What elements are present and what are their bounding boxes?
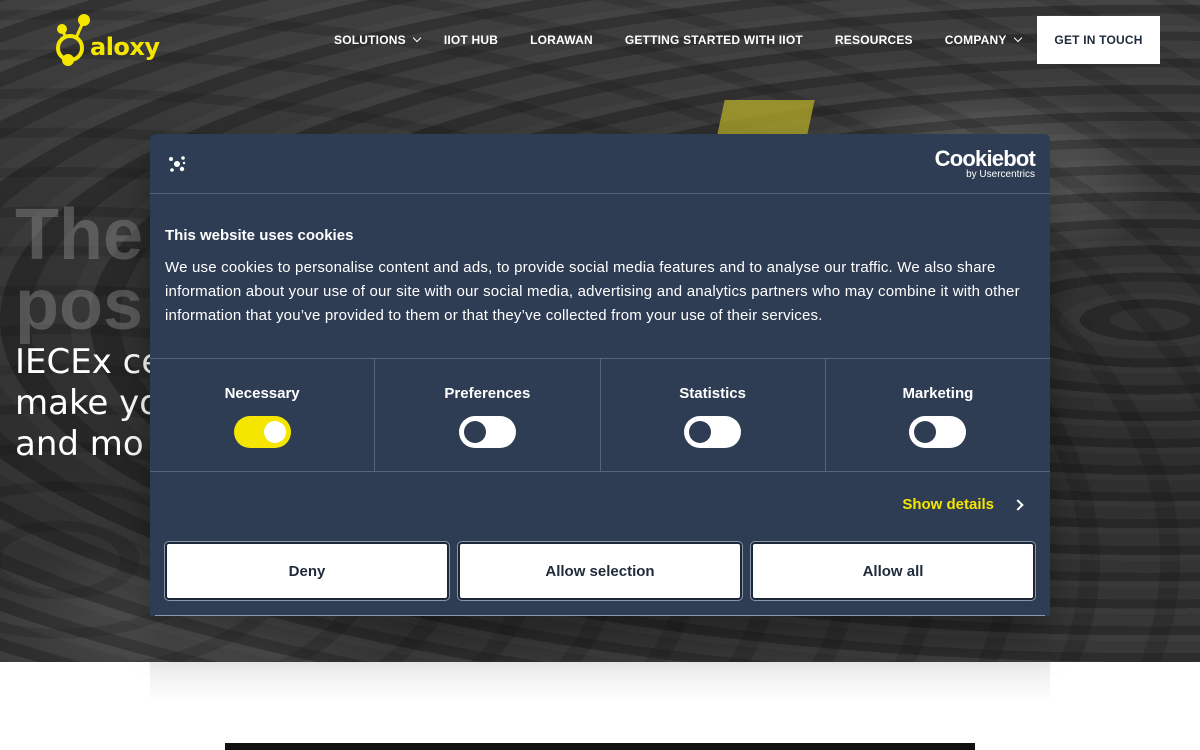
category-necessary: Necessary — [150, 359, 376, 471]
chevron-right-icon — [1012, 498, 1024, 511]
cookie-dialog-header: Cookiebot by Usercentrics — [150, 134, 1050, 194]
chevron-down-icon — [1013, 33, 1022, 43]
cookie-dialog-text: We use cookies to personalise content an… — [165, 259, 1020, 324]
details-row: Show details — [150, 472, 1050, 540]
video-embed-top — [225, 743, 975, 750]
allow-selection-button[interactable]: Allow selection — [458, 542, 742, 600]
nav-item-label: IIOT HUB — [443, 33, 499, 47]
cookie-buttons: Deny Allow selection Allow all — [165, 542, 1035, 600]
toggle-knob — [914, 421, 937, 443]
cookie-categories: Necessary Preferences Statistics Marketi… — [150, 359, 1050, 472]
nav-item-company[interactable]: COMPANY — [944, 33, 1022, 47]
logo-text: aloxy — [90, 33, 160, 61]
cookie-consent-dialog: Cookiebot by Usercentrics This website u… — [150, 134, 1050, 616]
category-marketing: Marketing — [826, 359, 1050, 471]
nav-item-iiot-hub[interactable]: IIOT HUB — [444, 33, 498, 47]
nav-item-label: RESOURCES — [834, 33, 913, 47]
necessary-toggle[interactable] — [233, 416, 291, 448]
marketing-toggle[interactable] — [909, 416, 967, 448]
aloxy-logo-icon — [56, 14, 90, 66]
preferences-toggle[interactable] — [458, 416, 516, 448]
category-statistics: Statistics — [601, 359, 826, 471]
show-details-label: Show details — [902, 496, 994, 513]
nav-item-lorawan[interactable]: LORAWAN — [530, 33, 593, 47]
show-details-link[interactable]: Show details — [902, 496, 1024, 513]
toggle-knob — [263, 421, 286, 443]
chevron-down-icon — [412, 33, 422, 43]
section-shadow — [150, 662, 1050, 702]
category-label: Preferences — [444, 385, 531, 402]
nav-item-resources[interactable]: RESOURCES — [835, 33, 913, 47]
category-preferences: Preferences — [375, 359, 601, 471]
statistics-toggle[interactable] — [684, 416, 742, 448]
nav-item-solutions[interactable]: SOLUTIONS — [334, 33, 422, 47]
top-navigation: aloxy SOLUTIONS IIOT HUB LORAWAN GETTING… — [0, 0, 1200, 80]
logo-link[interactable]: aloxy — [54, 12, 164, 68]
nav-item-getting-started[interactable]: GETTING STARTED WITH IIOT — [625, 33, 803, 47]
category-label: Marketing — [902, 385, 974, 402]
allow-all-button[interactable]: Allow all — [751, 542, 1035, 600]
nav-item-label: LORAWAN — [530, 33, 593, 47]
nav-item-label: COMPANY — [944, 33, 1007, 47]
toggle-knob — [689, 421, 712, 443]
nav-item-label: SOLUTIONS — [334, 33, 406, 47]
nav-links: SOLUTIONS IIOT HUB LORAWAN GETTING START… — [334, 32, 1022, 48]
category-label: Necessary — [224, 385, 300, 402]
get-in-touch-button[interactable]: GET IN TOUCH — [1037, 16, 1160, 64]
cookiebot-brand: Cookiebot — [934, 146, 1036, 171]
deny-button[interactable]: Deny — [165, 542, 449, 600]
cookie-dialog-title: This website uses cookies — [165, 227, 354, 244]
dialog-bottom-divider — [155, 615, 1045, 616]
toggle-knob — [463, 421, 486, 443]
cookiebot-logo[interactable]: Cookiebot by Usercentrics — [934, 146, 1036, 181]
usercentrics-icon[interactable] — [167, 154, 187, 174]
cookie-dialog-body: This website uses cookies We use cookies… — [150, 194, 1050, 359]
category-label: Statistics — [679, 385, 746, 402]
nav-item-label: GETTING STARTED WITH IIOT — [624, 33, 803, 47]
